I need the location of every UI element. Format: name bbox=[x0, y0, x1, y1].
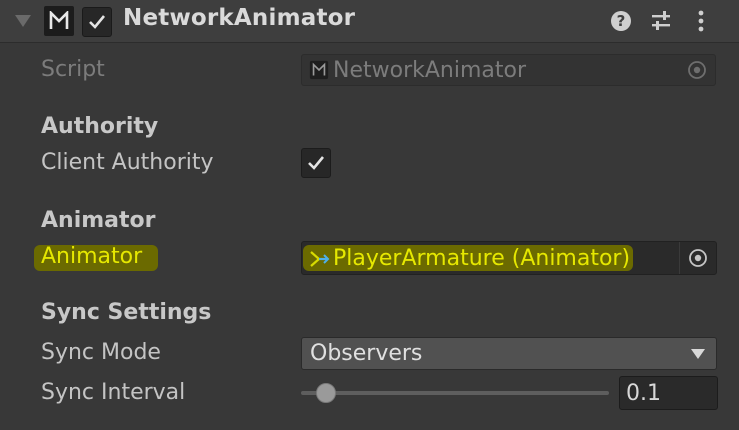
animator-heading: Animator bbox=[41, 208, 156, 233]
client-authority-checkbox[interactable] bbox=[301, 148, 331, 178]
animator-icon bbox=[308, 247, 330, 269]
component-enabled-checkbox[interactable] bbox=[82, 7, 112, 37]
sync-interval-input[interactable]: 0.1 bbox=[619, 376, 718, 410]
sliders-icon[interactable] bbox=[647, 7, 675, 35]
animator-field[interactable]: PlayerArmature (Animator) bbox=[301, 241, 717, 275]
animator-value: PlayerArmature (Animator) bbox=[333, 245, 631, 271]
animator-label: Animator bbox=[41, 244, 143, 269]
svg-text:?: ? bbox=[617, 12, 626, 30]
script-field: NetworkAnimator bbox=[301, 54, 716, 86]
sync-interval-slider-track[interactable] bbox=[301, 391, 609, 395]
sync-mode-label: Sync Mode bbox=[41, 340, 161, 365]
sync-interval-value: 0.1 bbox=[626, 380, 661, 406]
script-label: Script bbox=[41, 57, 105, 82]
component-title: NetworkAnimator bbox=[123, 5, 356, 31]
mirror-script-icon bbox=[44, 6, 74, 36]
object-picker-icon[interactable] bbox=[679, 242, 716, 274]
kebab-menu-icon[interactable] bbox=[687, 7, 715, 35]
inspector-component: NetworkAnimator ? Script NetworkAnimator… bbox=[0, 0, 739, 430]
client-authority-label: Client Authority bbox=[41, 150, 214, 175]
script-value: NetworkAnimator bbox=[333, 57, 527, 83]
mirror-script-icon bbox=[308, 59, 330, 81]
triangle-down-icon[interactable] bbox=[14, 12, 32, 30]
sync-interval-label: Sync Interval bbox=[41, 380, 186, 405]
help-icon[interactable]: ? bbox=[607, 7, 635, 35]
authority-heading: Authority bbox=[41, 114, 159, 139]
object-picker-icon bbox=[679, 55, 715, 85]
chevron-down-icon bbox=[691, 349, 705, 359]
sync-interval-slider-thumb[interactable] bbox=[315, 383, 336, 403]
sync-mode-value: Observers bbox=[310, 341, 423, 366]
sync-mode-dropdown[interactable]: Observers bbox=[301, 337, 717, 370]
component-header: NetworkAnimator ? bbox=[0, 0, 739, 43]
sync-settings-heading: Sync Settings bbox=[41, 300, 212, 325]
